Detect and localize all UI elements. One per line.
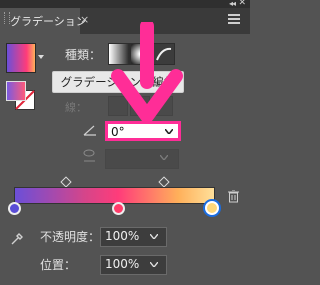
opacity-value[interactable]: 100%: [105, 229, 139, 243]
chevron-down-icon[interactable]: [165, 129, 173, 134]
gradient-stop-selected[interactable]: [205, 201, 219, 215]
pointer-arrow-icon: [111, 22, 183, 123]
chevron-down-icon[interactable]: [150, 234, 158, 239]
eyedropper-icon[interactable]: [10, 232, 24, 246]
gradient-midpoint[interactable]: [158, 176, 170, 188]
aspect-ratio-icon: [83, 149, 95, 162]
location-label: 位置：: [40, 258, 77, 272]
panel-menu-icon[interactable]: [228, 14, 240, 26]
gradient-slider[interactable]: [14, 187, 215, 204]
stroke-label: 線：: [65, 101, 87, 114]
tab-title: グラデーション: [10, 15, 87, 28]
gradient-preview-swatch[interactable]: [6, 43, 36, 73]
angle-icon: [83, 125, 96, 136]
location-value[interactable]: 100%: [105, 257, 139, 271]
gradient-midpoint[interactable]: [60, 176, 72, 188]
collapse-panel-icon[interactable]: ◂◂: [229, 0, 236, 8]
gradient-stop[interactable]: [8, 202, 21, 215]
panel-top-bar: [0, 0, 250, 8]
fill-swatch[interactable]: [6, 81, 26, 101]
opacity-label: 不透明度：: [40, 230, 101, 244]
angle-value[interactable]: 0°: [111, 125, 125, 139]
chevron-down-icon[interactable]: [150, 262, 158, 267]
tab-close-icon[interactable]: ×: [80, 13, 89, 26]
close-panel-icon[interactable]: ✕: [238, 0, 246, 8]
chevron-down-icon[interactable]: [38, 55, 44, 59]
trash-icon[interactable]: [228, 190, 239, 203]
chevron-down-icon: [160, 155, 168, 160]
type-label: 種類：: [65, 48, 102, 62]
gradient-stop[interactable]: [112, 202, 125, 215]
